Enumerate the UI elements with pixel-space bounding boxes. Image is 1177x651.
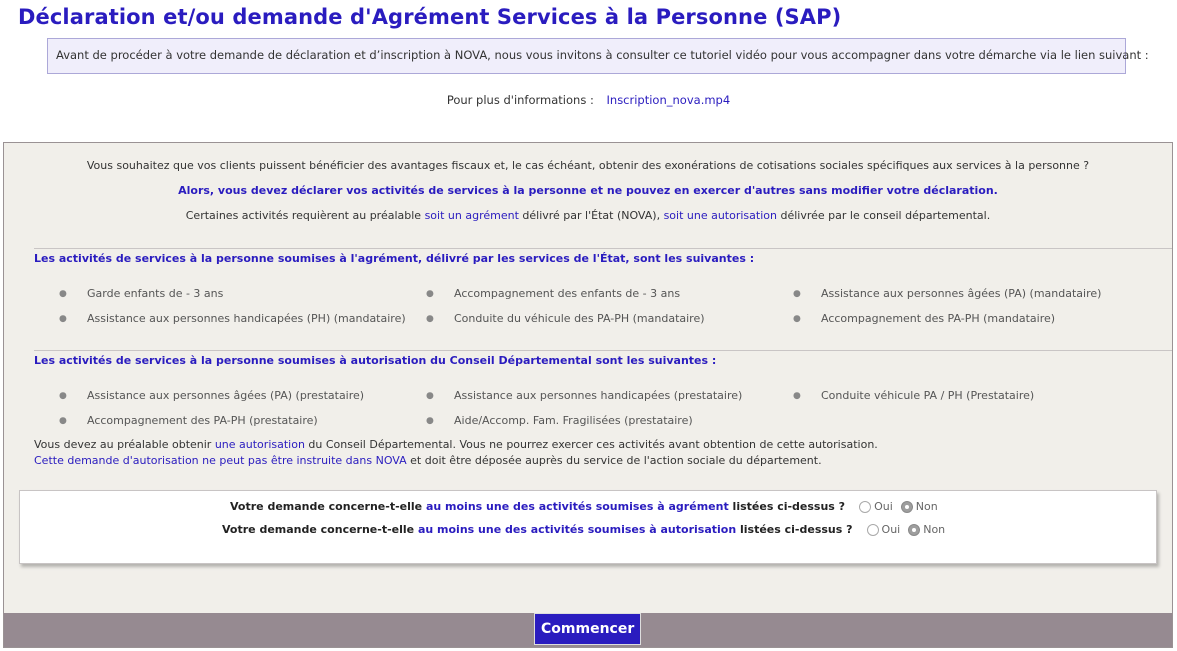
- activity-label: Assistance aux personnes âgées (PA) (man…: [821, 287, 1102, 300]
- question-agrement-text: Votre demande concerne-t-elle au moins u…: [230, 500, 845, 513]
- radio-label: Oui: [881, 523, 901, 536]
- q1-text-a: Votre demande concerne-t-elle: [230, 500, 426, 513]
- bullet-icon: ●: [59, 416, 67, 426]
- intro-req-text-2: délivré par l'État (NOVA),: [518, 209, 664, 222]
- footer-bar: Commencer: [4, 613, 1172, 647]
- agrement-link[interactable]: soit un agrément: [425, 209, 519, 222]
- list-item: ● Accompagnement des PA-PH (prestataire): [59, 414, 318, 427]
- activity-label: Conduite du véhicule des PA-PH (mandatai…: [454, 312, 705, 325]
- list-item: ● Assistance aux personnes handicapées (P…: [59, 312, 406, 325]
- q2-text-a: Votre demande concerne-t-elle: [222, 523, 418, 536]
- une-autorisation-link[interactable]: une autorisation: [215, 438, 305, 451]
- note-text-3: et doit être déposée auprès du service d…: [406, 454, 822, 467]
- note-text-2: du Conseil Départemental. Vous ne pourre…: [304, 438, 878, 451]
- bullet-icon: ●: [426, 416, 434, 426]
- bullet-icon: ●: [59, 314, 67, 324]
- q2-text-b: listées ci-dessus ?: [736, 523, 853, 536]
- radio-checked-icon[interactable]: [908, 523, 921, 536]
- q1-text-b: listées ci-dessus ?: [728, 500, 846, 513]
- list-item: ● Assistance aux personnes âgées (PA) (pr…: [59, 389, 364, 402]
- q1-link: au moins une des activités soumises à ag…: [425, 500, 729, 513]
- more-info-label: Pour plus d'informations :: [446, 93, 594, 107]
- q1-radio-oui[interactable]: Oui: [859, 500, 893, 513]
- radio-label: Non: [915, 500, 938, 513]
- q2-radio-non[interactable]: Non: [908, 523, 945, 536]
- activity-label: Accompagnement des PA-PH (mandataire): [821, 312, 1056, 325]
- list-item: ● Accompagnement des PA-PH (mandataire): [793, 312, 1055, 325]
- activity-label: Garde enfants de - 3 ans: [87, 287, 224, 300]
- list-item: ● Assistance aux personnes âgées (PA) (ma…: [793, 287, 1101, 300]
- section-divider: [34, 248, 1172, 249]
- main-panel: Vous souhaitez que vos clients puissent …: [3, 142, 1173, 648]
- activity-label: Accompagnement des PA-PH (prestataire): [87, 414, 318, 427]
- activity-label: Aide/Accomp. Fam. Fragilisées (prestatai…: [454, 414, 693, 427]
- autorisation-section-title: Les activités de services à la personne …: [34, 354, 717, 367]
- radio-label: Oui: [874, 500, 893, 513]
- q2-radio-oui[interactable]: Oui: [866, 523, 901, 536]
- tutorial-video-link[interactable]: Inscription_nova.mp4: [607, 93, 731, 107]
- question-autorisation-text: Votre demande concerne-t-elle au moins u…: [222, 523, 853, 536]
- intro-requirements: Certaines activités requièrent au préala…: [4, 209, 1172, 222]
- autorisation-note: Vous devez au préalable obtenir une auto…: [34, 438, 878, 451]
- intro-instruction: Alors, vous devez déclarer vos activités…: [178, 184, 998, 197]
- bullet-icon: ●: [793, 289, 801, 299]
- bullet-icon: ●: [426, 289, 434, 299]
- list-item: ● Garde enfants de - 3 ans: [59, 287, 223, 300]
- questions-box: Votre demande concerne-t-elle au moins u…: [19, 490, 1157, 564]
- tutorial-text: Avant de procéder à votre demande de déc…: [56, 48, 1149, 62]
- radio-label: Non: [923, 523, 946, 536]
- radio-unchecked-icon[interactable]: [866, 523, 879, 536]
- q2-link: au moins une des activités soumises à au…: [417, 523, 737, 536]
- activity-label: Assistance aux personnes handicapées (pr…: [454, 389, 743, 402]
- list-item: ● Conduite du véhicule des PA-PH (mandata…: [426, 312, 705, 325]
- bullet-icon: ●: [59, 289, 67, 299]
- activity-label: Accompagnement des enfants de - 3 ans: [454, 287, 681, 300]
- list-item: ● Aide/Accomp. Fam. Fragilisées (prestata…: [426, 414, 693, 427]
- intro-req-text-1: Certaines activités requièrent au préala…: [185, 209, 425, 222]
- bullet-icon: ●: [793, 314, 801, 324]
- tutorial-notice: Avant de procéder à votre demande de déc…: [47, 38, 1149, 74]
- activity-label: Assistance aux personnes handicapées (PH…: [87, 312, 406, 325]
- intro-req-text-3: délivrée par le conseil départemental.: [776, 209, 991, 222]
- start-button[interactable]: Commencer: [534, 613, 641, 645]
- more-info-line: Pour plus d'informations : Inscription_n…: [0, 93, 1177, 107]
- autorisation-link[interactable]: soit une autorisation: [664, 209, 777, 222]
- bullet-icon: ●: [793, 391, 801, 401]
- question-autorisation: Votre demande concerne-t-elle au moins u…: [222, 523, 945, 536]
- question-agrement: Votre demande concerne-t-elle au moins u…: [230, 500, 938, 513]
- radio-checked-icon[interactable]: [900, 500, 913, 513]
- bullet-icon: ●: [59, 391, 67, 401]
- page-title: Déclaration et/ou demande d'Agrément Ser…: [18, 5, 842, 29]
- activity-label: Assistance aux personnes âgées (PA) (pre…: [87, 389, 365, 402]
- q1-radio-non[interactable]: Non: [900, 500, 938, 513]
- note-text-1: Vous devez au préalable obtenir: [34, 438, 215, 451]
- bullet-icon: ●: [426, 314, 434, 324]
- not-in-nova-link[interactable]: Cette demande d'autorisation ne peut pas…: [34, 454, 407, 467]
- list-item: ● Assistance aux personnes handicapées (p…: [426, 389, 742, 402]
- intro-question: Vous souhaitez que vos clients puissent …: [86, 159, 1090, 172]
- agrement-section-title: Les activités de services à la personne …: [34, 252, 755, 265]
- activity-label: Conduite véhicule PA / PH (Prestataire): [821, 389, 1035, 402]
- list-item: ● Conduite véhicule PA / PH (Prestataire): [793, 389, 1034, 402]
- radio-unchecked-icon[interactable]: [859, 500, 872, 513]
- autorisation-note-nova: Cette demande d'autorisation ne peut pas…: [34, 454, 822, 467]
- bullet-icon: ●: [426, 391, 434, 401]
- section-divider: [34, 350, 1172, 351]
- list-item: ● Accompagnement des enfants de - 3 ans: [426, 287, 680, 300]
